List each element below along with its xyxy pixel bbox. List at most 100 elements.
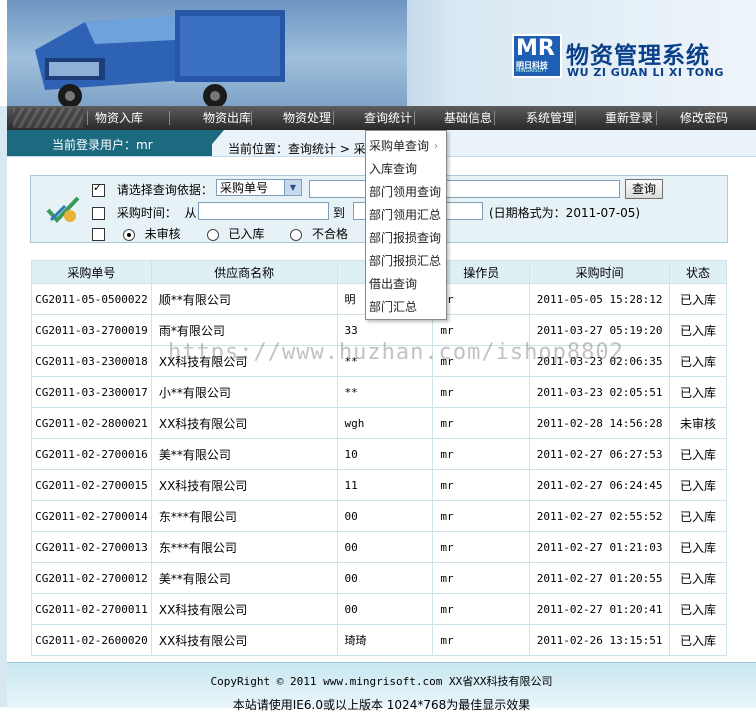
footer-note: 本站请使用IE6.0或以上版本 1024*768为最佳显示效果 bbox=[232, 698, 531, 712]
column-header: 供应商名称 bbox=[150, 260, 338, 284]
time-label: 采购时间： bbox=[116, 206, 177, 220]
search-check-icon bbox=[46, 196, 80, 223]
nav-item-query-stats[interactable]: 查询统计 bbox=[364, 106, 412, 130]
system-subtitle: WU ZI GUAN LI XI TONG bbox=[567, 66, 724, 79]
basis-checkbox[interactable] bbox=[92, 181, 105, 197]
basis-label: 请选择查询依据： bbox=[116, 183, 213, 197]
chevron-right-icon: › bbox=[434, 141, 438, 152]
supplier-cell: XX科技有限公司 bbox=[150, 624, 338, 656]
handler-cell: 00 bbox=[336, 531, 434, 563]
nav-item-stock-out[interactable]: 物资出库 bbox=[203, 106, 251, 130]
table-row: CG2011-02-2800021 XX科技有限公司 wgh mr 2011-02-28… bbox=[31, 407, 727, 439]
order-number-cell: CG2011-02-2700013 bbox=[31, 531, 152, 563]
order-number-cell: CG2011-03-2300017 bbox=[31, 376, 152, 408]
supplier-cell: XX科技有限公司 bbox=[150, 469, 338, 501]
order-number-cell: CG2011-05-0500022 bbox=[31, 283, 152, 315]
status-cell: 已入库 bbox=[669, 562, 727, 594]
breadcrumb: 当前位置：查询统计 > 采 bbox=[228, 142, 366, 156]
basis-row: 请选择查询依据： bbox=[92, 181, 213, 198]
page: MR 明日科技 MINGRISOFT 物资管理系统 WU ZI GUAN LI … bbox=[0, 0, 756, 712]
table-row: CG2011-02-2700014 东***有限公司 00 mr 2011-02-27 … bbox=[31, 500, 727, 532]
basis-select-value: 采购单号 bbox=[220, 181, 269, 195]
handler-cell: 00 bbox=[336, 500, 434, 532]
truck-illustration bbox=[35, 10, 285, 106]
footer: CopyRight © 2011 www.mingrisoft.com XX省X… bbox=[7, 662, 756, 712]
menu-item-lend-query[interactable]: 借出查询 bbox=[369, 275, 417, 292]
nav-separator bbox=[333, 111, 334, 125]
operator-cell: mr bbox=[432, 500, 531, 532]
to-label: 到 bbox=[333, 206, 346, 220]
status-cell: 已入库 bbox=[669, 438, 727, 470]
logo-mark: MR bbox=[516, 36, 555, 61]
time-checkbox[interactable] bbox=[92, 207, 105, 220]
nav-item-processing[interactable]: 物资处理 bbox=[283, 106, 331, 130]
table-row: CG2011-02-2700015 XX科技有限公司 11 mr 2011-02-27 … bbox=[31, 469, 727, 501]
supplier-cell: 小**有限公司 bbox=[150, 376, 338, 408]
status-cell: 已入库 bbox=[669, 531, 727, 563]
menu-item-dept-loss-query[interactable]: 部门报损查询 bbox=[369, 229, 441, 246]
menu-item-dept-use-query[interactable]: 部门领用查询 bbox=[369, 183, 441, 200]
status-checkbox[interactable] bbox=[92, 228, 105, 241]
table-row: CG2011-02-2700012 美**有限公司 00 mr 2011-02-27 0… bbox=[31, 562, 727, 594]
menu-item-stockin-query[interactable]: 入库查询 bbox=[369, 160, 417, 177]
purchase-time-cell: 2011-02-27 01:21:03 bbox=[529, 531, 671, 563]
handler-cell: 00 bbox=[336, 562, 434, 594]
user-bar-slant bbox=[202, 130, 224, 156]
query-stats-dropdown: › 采购单查询 入库查询 部门领用查询 部门领用汇总 部门报损查询 部门报损汇总… bbox=[365, 130, 447, 320]
time-row: 采购时间： 从 bbox=[92, 204, 197, 221]
column-header: 采购单号 bbox=[31, 260, 152, 284]
nav-separator bbox=[575, 111, 576, 125]
handler-cell: 00 bbox=[336, 593, 434, 625]
nav-item-relogin[interactable]: 重新登录 bbox=[605, 106, 653, 130]
handler-cell: 10 bbox=[336, 438, 434, 470]
status-row: 未审核 已入库 不合格 bbox=[92, 225, 348, 242]
status-cell: 已入库 bbox=[669, 500, 727, 532]
footer-copyright: CopyRight © 2011 www.mingrisoft.com XX省X… bbox=[210, 675, 553, 688]
nav-item-stock-in[interactable]: 物资入库 bbox=[95, 106, 143, 130]
basis-select[interactable]: 采购单号 ▼ bbox=[216, 179, 302, 196]
status-radio-unqualified[interactable] bbox=[290, 228, 303, 241]
date-from-input[interactable] bbox=[198, 202, 329, 220]
supplier-cell: XX科技有限公司 bbox=[150, 407, 338, 439]
order-number-cell: CG2011-02-2800021 bbox=[31, 407, 152, 439]
order-number-cell: CG2011-03-2300018 bbox=[31, 345, 152, 377]
status-radio-unreviewed[interactable] bbox=[122, 228, 135, 241]
menu-item-dept-use-summary[interactable]: 部门领用汇总 bbox=[369, 206, 441, 223]
column-header: 操作员 bbox=[432, 260, 531, 284]
logo-brand-en: MINGRISOFT bbox=[516, 68, 548, 74]
watermark: https://www.huzhan.com/ishop8802 bbox=[168, 340, 624, 365]
purchase-time-cell: 2011-03-23 02:05:51 bbox=[529, 376, 671, 408]
menu-item-dept-summary[interactable]: 部门汇总 bbox=[369, 298, 417, 315]
handler-cell: 11 bbox=[336, 469, 434, 501]
supplier-cell: 美**有限公司 bbox=[150, 438, 338, 470]
purchase-time-cell: 2011-02-27 01:20:55 bbox=[529, 562, 671, 594]
operator-cell: mr bbox=[432, 469, 531, 501]
main-nav: 物资入库 物资出库 物资处理 查询统计 基础信息 系统管理 重新登录 修改密码 bbox=[7, 106, 756, 130]
from-label: 从 bbox=[184, 206, 197, 220]
supplier-cell: 顺**有限公司 bbox=[150, 283, 338, 315]
chevron-down-icon[interactable]: ▼ bbox=[284, 180, 301, 195]
operator-cell: mr bbox=[432, 376, 531, 408]
status-cell: 已入库 bbox=[669, 624, 727, 656]
order-number-cell: CG2011-02-2700012 bbox=[31, 562, 152, 594]
status-cell: 已入库 bbox=[669, 593, 727, 625]
nav-item-system[interactable]: 系统管理 bbox=[526, 106, 574, 130]
order-number-cell: CG2011-02-2700016 bbox=[31, 438, 152, 470]
status-cell: 已入库 bbox=[669, 283, 727, 315]
basis-input[interactable] bbox=[309, 180, 620, 198]
left-edge bbox=[0, 106, 7, 707]
status-cell: 已入库 bbox=[669, 376, 727, 408]
supplier-cell: XX科技有限公司 bbox=[150, 593, 338, 625]
purchase-time-cell: 2011-02-27 01:20:41 bbox=[529, 593, 671, 625]
nav-item-basic-info[interactable]: 基础信息 bbox=[444, 106, 492, 130]
query-button[interactable]: 查询 bbox=[625, 179, 663, 199]
menu-item-purchase-query[interactable]: 采购单查询 bbox=[369, 137, 429, 154]
menu-item-dept-loss-summary[interactable]: 部门报损汇总 bbox=[369, 252, 441, 269]
status-radio-stocked[interactable] bbox=[206, 228, 219, 241]
purchase-time-cell: 2011-02-26 13:15:51 bbox=[529, 624, 671, 656]
status-option-label: 已入库 bbox=[228, 227, 265, 241]
status-cell: 已入库 bbox=[669, 469, 727, 501]
nav-item-change-password[interactable]: 修改密码 bbox=[680, 106, 728, 130]
supplier-cell: 美**有限公司 bbox=[150, 562, 338, 594]
purchase-time-cell: 2011-02-27 06:27:53 bbox=[529, 438, 671, 470]
